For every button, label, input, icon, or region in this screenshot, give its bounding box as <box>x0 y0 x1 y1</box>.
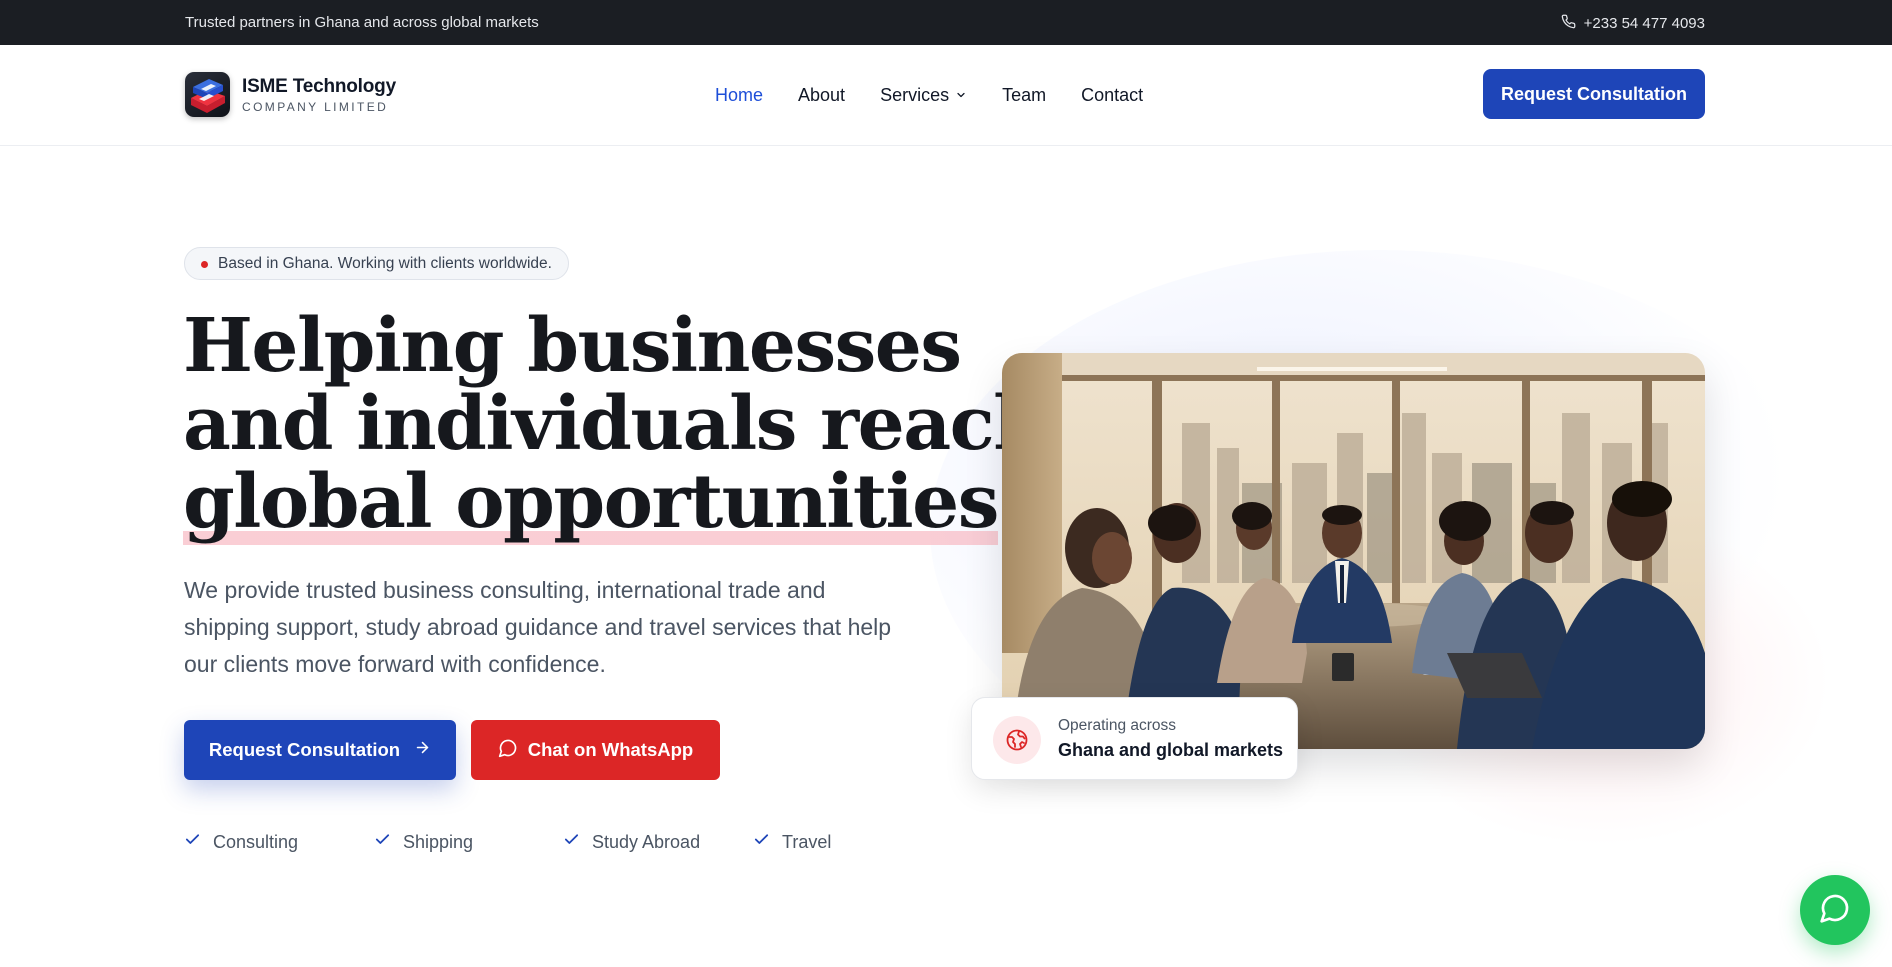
headline-line-2: and individuals reach <box>183 381 1047 467</box>
phone-icon <box>1561 14 1576 33</box>
chat-on-whatsapp-label: Chat on WhatsApp <box>527 739 694 760</box>
request-consultation-button[interactable]: Request Consultation <box>184 720 456 780</box>
operating-across-badge: Operating across Ghana and global market… <box>971 697 1298 780</box>
feature-label: Shipping <box>403 831 474 852</box>
feature-label: Travel <box>782 831 832 852</box>
check-icon <box>374 831 391 853</box>
brand-subtitle: COMPANY LIMITED <box>242 99 389 114</box>
feature-label: Consulting <box>213 831 299 852</box>
check-icon <box>563 831 580 853</box>
hero-headline: Helping businesses and individuals reach… <box>183 303 1047 545</box>
main-nav: Home About Services Team Contact <box>715 85 1143 106</box>
whatsapp-chat-fab[interactable] <box>1800 875 1870 945</box>
feature-item: Consulting <box>184 831 374 853</box>
badge-title: Ghana and global markets <box>1058 740 1284 760</box>
chevron-down-icon <box>955 85 967 106</box>
headline-line-3-highlighted: global opportunities <box>183 459 999 545</box>
feature-label: Study Abroad <box>592 831 701 852</box>
brand-logo-link[interactable]: ISME Technology COMPANY LIMITED <box>185 72 396 117</box>
location-pill-text: Based in Ghana. Working with clients wor… <box>218 254 552 272</box>
hero-description: We provide trusted business consulting, … <box>184 577 892 677</box>
chat-bubble-icon <box>498 738 518 763</box>
arrow-right-icon <box>414 739 431 761</box>
check-icon <box>184 831 201 853</box>
chat-on-whatsapp-button[interactable]: Chat on WhatsApp <box>471 720 720 780</box>
business-meeting-photo <box>1002 353 1705 749</box>
header-request-consultation-button[interactable]: Request Consultation <box>1483 69 1705 119</box>
status-dot-icon <box>201 261 208 268</box>
whatsapp-chat-icon <box>1819 892 1851 929</box>
nav-team[interactable]: Team <box>1002 85 1046 106</box>
feature-item: Study Abroad <box>563 831 753 853</box>
headline-line-1: Helping businesses <box>183 303 962 389</box>
nav-contact[interactable]: Contact <box>1081 85 1143 106</box>
request-consultation-label: Request Consultation <box>208 739 401 760</box>
topbar-phone-number: +233 54 477 4093 <box>1583 15 1705 32</box>
globe-icon <box>993 716 1041 764</box>
service-features-list: Consulting Shipping Study Abroad Travel <box>184 831 873 853</box>
isme-logo-icon <box>185 72 230 117</box>
badge-caption: Operating across <box>1058 717 1177 734</box>
check-icon <box>753 831 770 853</box>
topbar-tagline: Trusted partners in Ghana and across glo… <box>185 14 539 31</box>
location-pill: Based in Ghana. Working with clients wor… <box>184 247 569 280</box>
nav-services[interactable]: Services <box>880 85 967 106</box>
nav-services-label: Services <box>880 85 950 105</box>
feature-item: Travel <box>753 831 873 853</box>
site-header: ISME Technology COMPANY LIMITED Home Abo… <box>0 45 1892 146</box>
top-bar: Trusted partners in Ghana and across glo… <box>0 0 1892 45</box>
topbar-phone-link[interactable]: +233 54 477 4093 <box>1561 14 1705 33</box>
nav-home[interactable]: Home <box>715 85 763 106</box>
nav-about[interactable]: About <box>798 85 845 106</box>
brand-name: ISME Technology <box>242 75 396 97</box>
feature-item: Shipping <box>374 831 563 853</box>
